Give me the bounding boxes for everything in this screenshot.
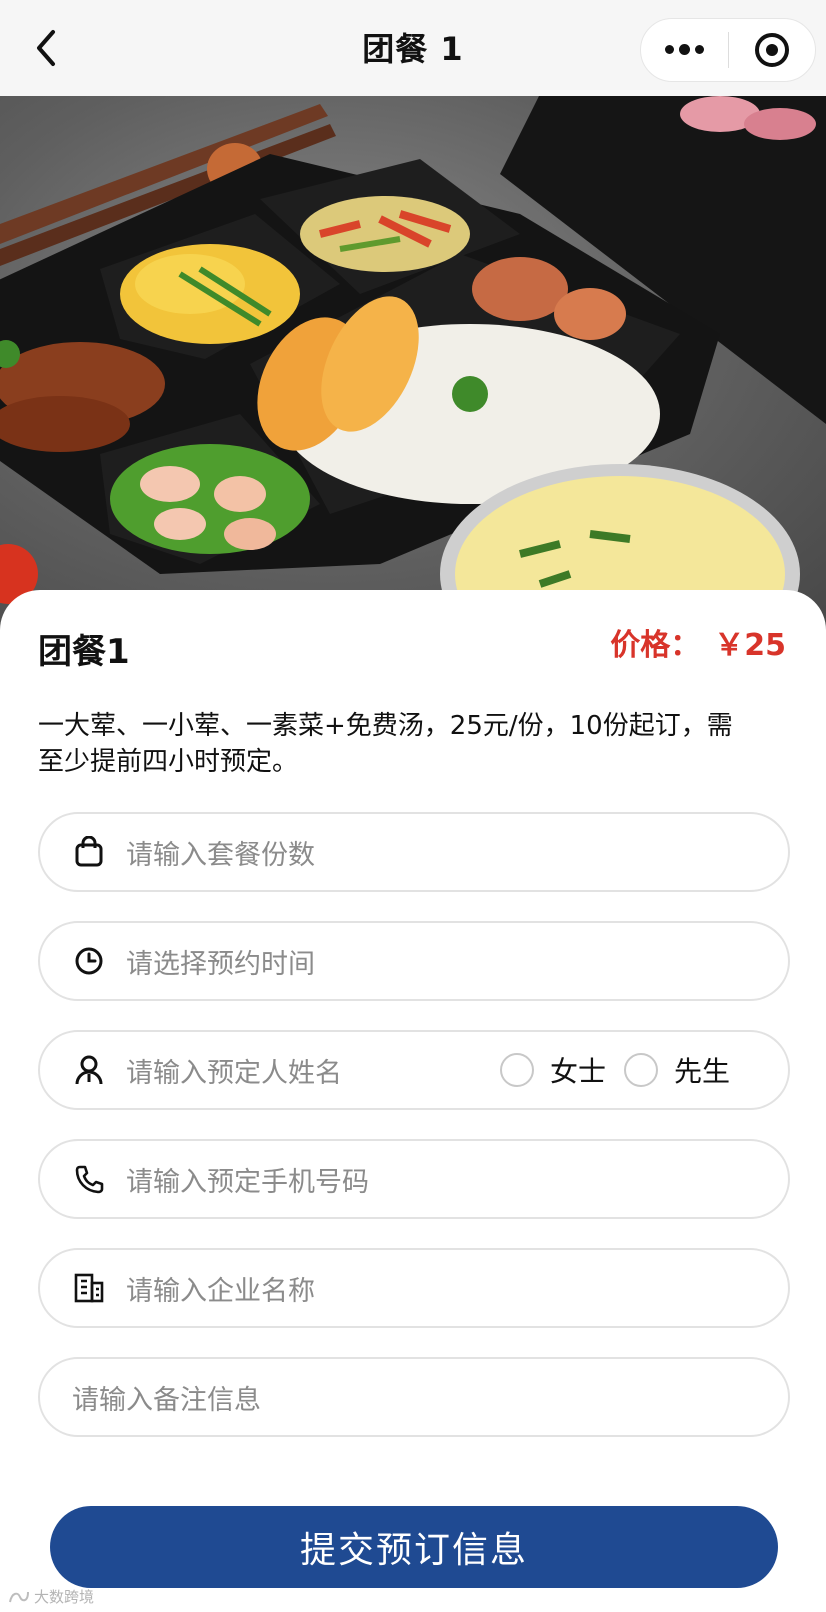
gender-option-male[interactable]: 先生	[623, 1050, 736, 1090]
clock-icon	[70, 942, 108, 980]
price: 价格： ￥25	[610, 620, 786, 664]
remark-placeholder: 请输入备注信息	[72, 1384, 261, 1416]
quantity-input[interactable]: 请输入套餐份数	[38, 812, 790, 892]
food-banner-image[interactable]	[0, 94, 826, 634]
close-miniprogram-button[interactable]	[729, 18, 816, 82]
price-value: ￥25	[714, 628, 786, 663]
bento-illustration	[0, 94, 826, 634]
company-input[interactable]: 请输入企业名称	[38, 1248, 790, 1328]
gender-selector: 女士 先生	[499, 1032, 736, 1108]
time-picker[interactable]: 请选择预约时间	[38, 921, 790, 1001]
company-placeholder: 请输入企业名称	[126, 1275, 315, 1307]
product-description: 一大荤、一小荤、一素菜+免费汤，25元/份，10份起订，需至少提前四小时预定。	[38, 711, 733, 777]
gender-label: 先生	[673, 1055, 730, 1088]
shopping-bag-icon	[70, 833, 108, 871]
radio-circle-icon	[499, 1053, 534, 1087]
target-circle-icon	[754, 33, 789, 67]
person-icon	[70, 1051, 108, 1089]
phone-placeholder: 请输入预定手机号码	[126, 1166, 369, 1198]
remark-input[interactable]: 请输入备注信息	[38, 1357, 790, 1437]
time-placeholder: 请选择预约时间	[126, 948, 315, 980]
radio-circle-icon	[623, 1053, 658, 1087]
phone-input[interactable]: 请输入预定手机号码	[38, 1139, 790, 1219]
building-icon	[70, 1269, 108, 1307]
product-name: 团餐1	[38, 632, 130, 672]
name-placeholder: 请输入预定人姓名	[126, 1057, 342, 1089]
watermark: 大数跨境	[8, 1586, 94, 1607]
nav-bar: 团餐 1	[0, 0, 826, 96]
watermark-text: 大数跨境	[34, 1588, 95, 1606]
submit-button[interactable]: 提交预订信息	[50, 1506, 778, 1588]
more-dots-icon	[664, 44, 704, 55]
name-input[interactable]: 请输入预定人姓名 女士 先生	[38, 1030, 790, 1110]
menu-capsule	[640, 18, 816, 82]
page: 团餐 1 团餐1 价格： ￥25 一大荤、一小荤、一素菜+免费汤，25元/份，1…	[0, 0, 826, 1612]
quantity-placeholder: 请输入套餐份数	[126, 839, 315, 871]
phone-icon	[70, 1160, 108, 1198]
more-button[interactable]	[641, 18, 728, 82]
watermark-logo-icon	[9, 1591, 29, 1602]
gender-option-female[interactable]: 女士	[499, 1050, 612, 1090]
price-label: 价格：	[610, 628, 701, 663]
gender-label: 女士	[549, 1055, 606, 1088]
